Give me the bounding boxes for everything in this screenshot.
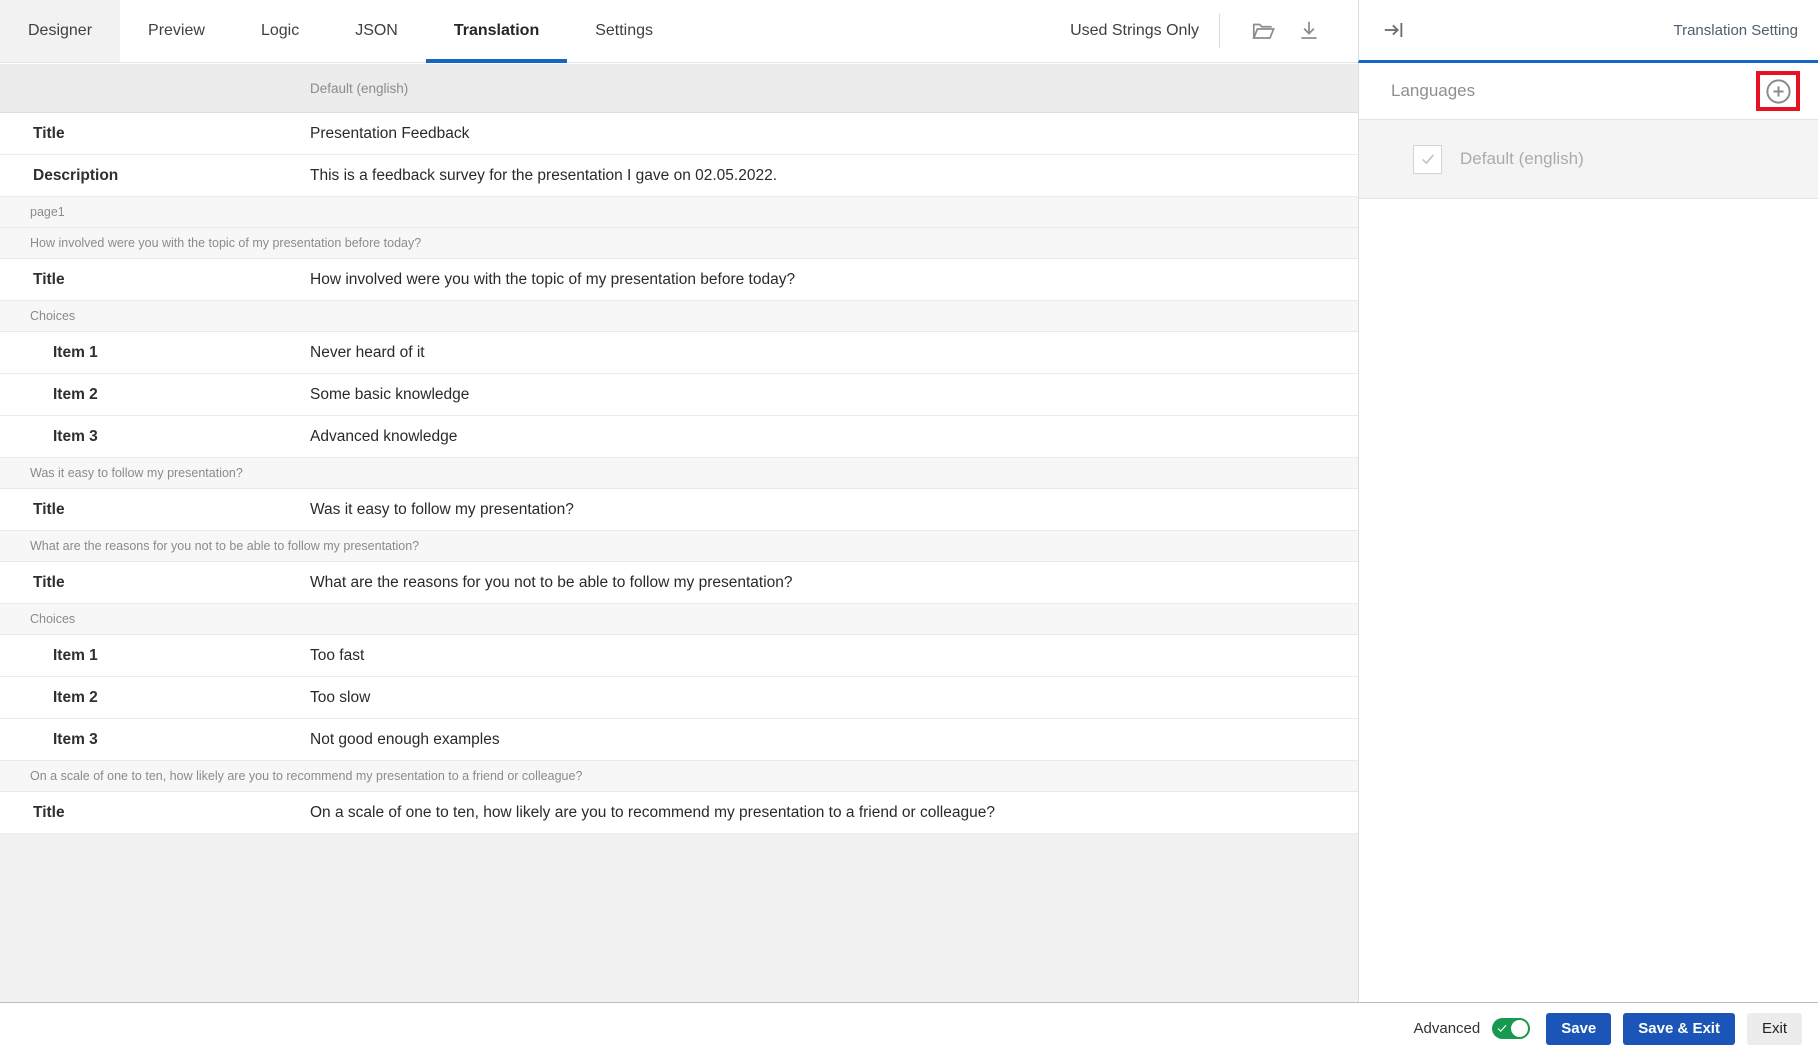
default-language-checkbox[interactable] xyxy=(1413,145,1442,174)
string-name-cell: Description xyxy=(0,167,310,185)
tab-settings[interactable]: Settings xyxy=(567,0,681,62)
download-icon xyxy=(1296,18,1322,44)
languages-label: Languages xyxy=(1391,81,1475,101)
annotation-highlight-box xyxy=(1756,71,1800,111)
table-row: TitleWhat are the reasons for you not to… xyxy=(0,562,1358,604)
save-button[interactable]: Save xyxy=(1546,1013,1611,1045)
string-value-cell[interactable]: This is a feedback survey for the presen… xyxy=(310,167,777,185)
translation-settings-panel: Languages Default (english) xyxy=(1358,63,1818,1002)
add-language-button[interactable] xyxy=(1763,76,1793,106)
table-row: Item 3Not good enough examples xyxy=(0,719,1358,761)
string-name-cell: Title xyxy=(0,574,310,592)
checkmark-icon xyxy=(1418,149,1438,169)
table-row: Item 1Too fast xyxy=(0,635,1358,677)
string-name-cell: Title xyxy=(0,125,310,143)
string-value-cell[interactable]: Never heard of it xyxy=(310,344,425,362)
string-name-cell: Title xyxy=(0,804,310,822)
string-value-cell[interactable]: Advanced knowledge xyxy=(310,428,457,446)
table-row: Item 2Some basic knowledge xyxy=(0,374,1358,416)
translation-table: Default (english)TitlePresentation Feedb… xyxy=(0,64,1358,1002)
property-panel-header: Translation Setting xyxy=(1358,0,1818,63)
collapse-panel-button[interactable] xyxy=(1377,13,1411,47)
export-translation-button[interactable] xyxy=(1292,14,1326,48)
tab-designer[interactable]: Designer xyxy=(0,0,120,62)
default-language-label: Default (english) xyxy=(1460,149,1584,169)
section-header-row: How involved were you with the topic of … xyxy=(0,228,1358,259)
save-and-exit-button[interactable]: Save & Exit xyxy=(1623,1013,1735,1045)
advanced-toggle-label: Advanced xyxy=(1414,1020,1481,1037)
table-row: Item 2Too slow xyxy=(0,677,1358,719)
table-row: Item 3Advanced knowledge xyxy=(0,416,1358,458)
string-name-cell: Title xyxy=(0,271,310,289)
tab-preview[interactable]: Preview xyxy=(120,0,233,62)
import-translation-button[interactable] xyxy=(1246,14,1280,48)
tab-logic[interactable]: Logic xyxy=(233,0,327,62)
table-row: TitleHow involved were you with the topi… xyxy=(0,259,1358,301)
language-list-item: Default (english) xyxy=(1359,120,1818,199)
string-value-cell[interactable]: Too slow xyxy=(310,689,370,707)
string-value-cell[interactable]: On a scale of one to ten, how likely are… xyxy=(310,804,995,822)
string-value-cell[interactable]: How involved were you with the topic of … xyxy=(310,271,795,289)
footer-action-bar: Advanced Save Save & Exit Exit xyxy=(0,1002,1818,1054)
tab-strip: DesignerPreviewLogicJSONTranslationSetti… xyxy=(0,0,681,62)
string-value-cell[interactable]: What are the reasons for you not to be a… xyxy=(310,574,793,592)
folder-open-icon xyxy=(1250,18,1276,44)
table-row: TitleWas it easy to follow my presentati… xyxy=(0,489,1358,531)
section-header-row: page1 xyxy=(0,197,1358,228)
header-language-cell: Default (english) xyxy=(310,81,408,96)
exit-button[interactable]: Exit xyxy=(1747,1013,1802,1045)
string-name-cell: Item 3 xyxy=(0,428,310,446)
string-name-cell: Item 1 xyxy=(0,344,310,362)
string-value-cell[interactable]: Not good enough examples xyxy=(310,731,500,749)
section-header-row: Was it easy to follow my presentation? xyxy=(0,458,1358,489)
string-name-cell: Item 2 xyxy=(0,386,310,404)
string-name-cell: Title xyxy=(0,501,310,519)
toggle-check-icon xyxy=(1496,1021,1508,1039)
translation-toolbar: Used Strings Only xyxy=(1070,0,1358,62)
string-value-cell[interactable]: Presentation Feedback xyxy=(310,125,469,143)
languages-header-row: Languages xyxy=(1359,63,1818,120)
string-name-cell: Item 3 xyxy=(0,731,310,749)
plus-circle-icon xyxy=(1764,77,1793,106)
table-row: Item 1Never heard of it xyxy=(0,332,1358,374)
panel-title: Translation Setting xyxy=(1673,22,1798,39)
string-name-cell: Item 2 xyxy=(0,689,310,707)
toggle-knob xyxy=(1511,1020,1528,1037)
toolbar-divider xyxy=(1219,14,1220,48)
string-value-cell[interactable]: Some basic knowledge xyxy=(310,386,469,404)
string-name-cell: Item 1 xyxy=(0,647,310,665)
section-header-row: Choices xyxy=(0,301,1358,332)
used-strings-only-button[interactable]: Used Strings Only xyxy=(1070,22,1199,40)
string-value-cell[interactable]: Too fast xyxy=(310,647,364,665)
section-header-row: What are the reasons for you not to be a… xyxy=(0,531,1358,562)
advanced-toggle[interactable] xyxy=(1492,1018,1530,1039)
table-row: TitlePresentation Feedback xyxy=(0,113,1358,155)
tab-json[interactable]: JSON xyxy=(327,0,426,62)
table-row: DescriptionThis is a feedback survey for… xyxy=(0,155,1358,197)
table-header-row: Default (english) xyxy=(0,64,1358,113)
table-row: TitleOn a scale of one to ten, how likel… xyxy=(0,792,1358,834)
section-header-row: On a scale of one to ten, how likely are… xyxy=(0,761,1358,792)
string-value-cell[interactable]: Was it easy to follow my presentation? xyxy=(310,501,574,519)
section-header-row: Choices xyxy=(0,604,1358,635)
top-tab-bar: DesignerPreviewLogicJSONTranslationSetti… xyxy=(0,0,1358,63)
collapse-right-icon xyxy=(1381,17,1407,43)
tab-translation[interactable]: Translation xyxy=(426,0,567,62)
